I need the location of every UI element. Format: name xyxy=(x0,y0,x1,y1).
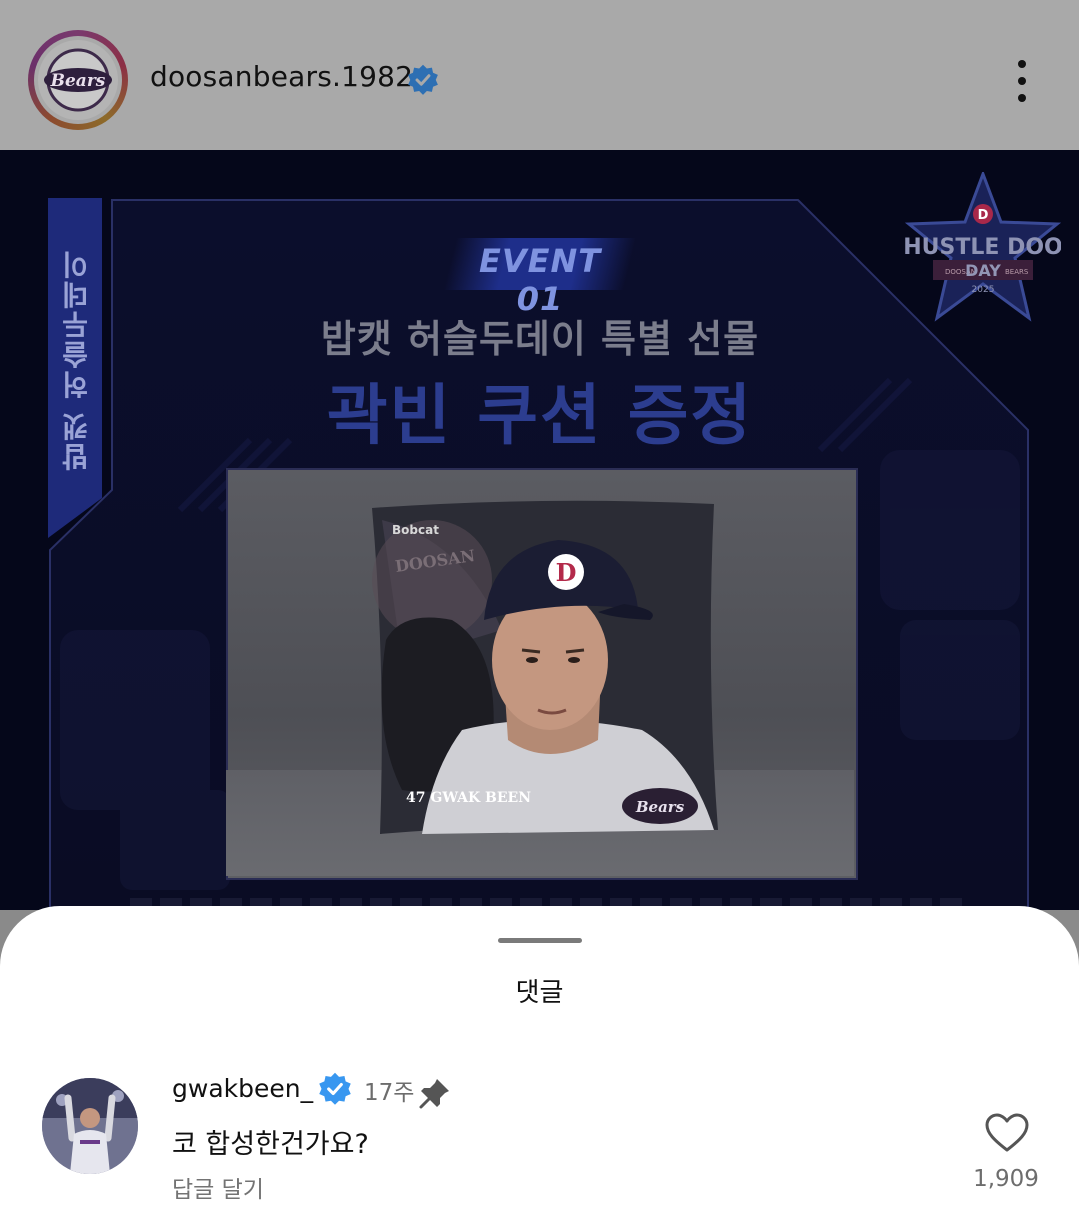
like-heart-icon[interactable] xyxy=(984,1112,1030,1154)
comment-text: 코 합성한건가요? xyxy=(172,1129,369,1160)
side-label: 밥캣 허슬두데이 xyxy=(60,249,93,471)
verified-badge-icon xyxy=(408,64,438,95)
event-label: EVENT 01 xyxy=(478,242,602,318)
svg-text:Bobcat: Bobcat xyxy=(392,523,439,537)
comments-title: 댓글 xyxy=(515,978,564,1008)
post-subtitle: 밥캣 허슬두데이 특별 선물 xyxy=(320,317,760,361)
profile-avatar[interactable]: Bears xyxy=(28,30,128,130)
svg-text:Bears: Bears xyxy=(635,798,685,816)
hustle-doo-day-badge: D HUSTLE DOO DOOSAN DAY BEARS 2025 xyxy=(905,172,1061,322)
more-options-icon[interactable] xyxy=(1008,58,1036,104)
verified-badge-icon xyxy=(319,1072,351,1105)
svg-text:D: D xyxy=(978,208,989,223)
svg-text:D: D xyxy=(556,558,577,587)
post-headline: 곽빈 쿠션 증정 xyxy=(326,377,754,454)
reply-button[interactable]: 답글 달기 xyxy=(172,1170,264,1204)
gwak-been-cushion-image: Bobcat DOOSAN D 47 GWAK BEEN Bears xyxy=(372,500,718,834)
comment-username[interactable]: gwakbeen_ xyxy=(172,1074,313,1103)
post-image[interactable]: 밥캣 허슬두데이 EVENT 01 밥캣 허슬두데이 특별 선물 곽빈 쿠션 증… xyxy=(0,150,1079,910)
comments-sheet: 댓글 gwakbeen_ 17주 코 합성한건가요? 답글 달기 1,909 xyxy=(0,906,1079,1230)
post-header: Bears doosanbears.1982 xyxy=(0,0,1079,150)
like-count: 1,909 xyxy=(973,1166,1039,1192)
svg-text:47 GWAK BEEN: 47 GWAK BEEN xyxy=(406,790,531,806)
svg-text:HUSTLE DOO: HUSTLE DOO xyxy=(905,235,1061,260)
svg-text:DAY: DAY xyxy=(965,261,1001,280)
svg-text:Bears: Bears xyxy=(50,71,106,91)
pin-icon xyxy=(419,1079,449,1109)
svg-text:BEARS: BEARS xyxy=(1005,268,1029,276)
bears-logo: Bears xyxy=(38,40,118,120)
comment-timestamp: 17주 xyxy=(364,1080,415,1106)
commenter-avatar[interactable] xyxy=(42,1078,138,1174)
sheet-drag-handle[interactable] xyxy=(498,938,582,943)
svg-text:2025: 2025 xyxy=(972,285,995,295)
account-username[interactable]: doosanbears.1982 xyxy=(150,60,413,93)
